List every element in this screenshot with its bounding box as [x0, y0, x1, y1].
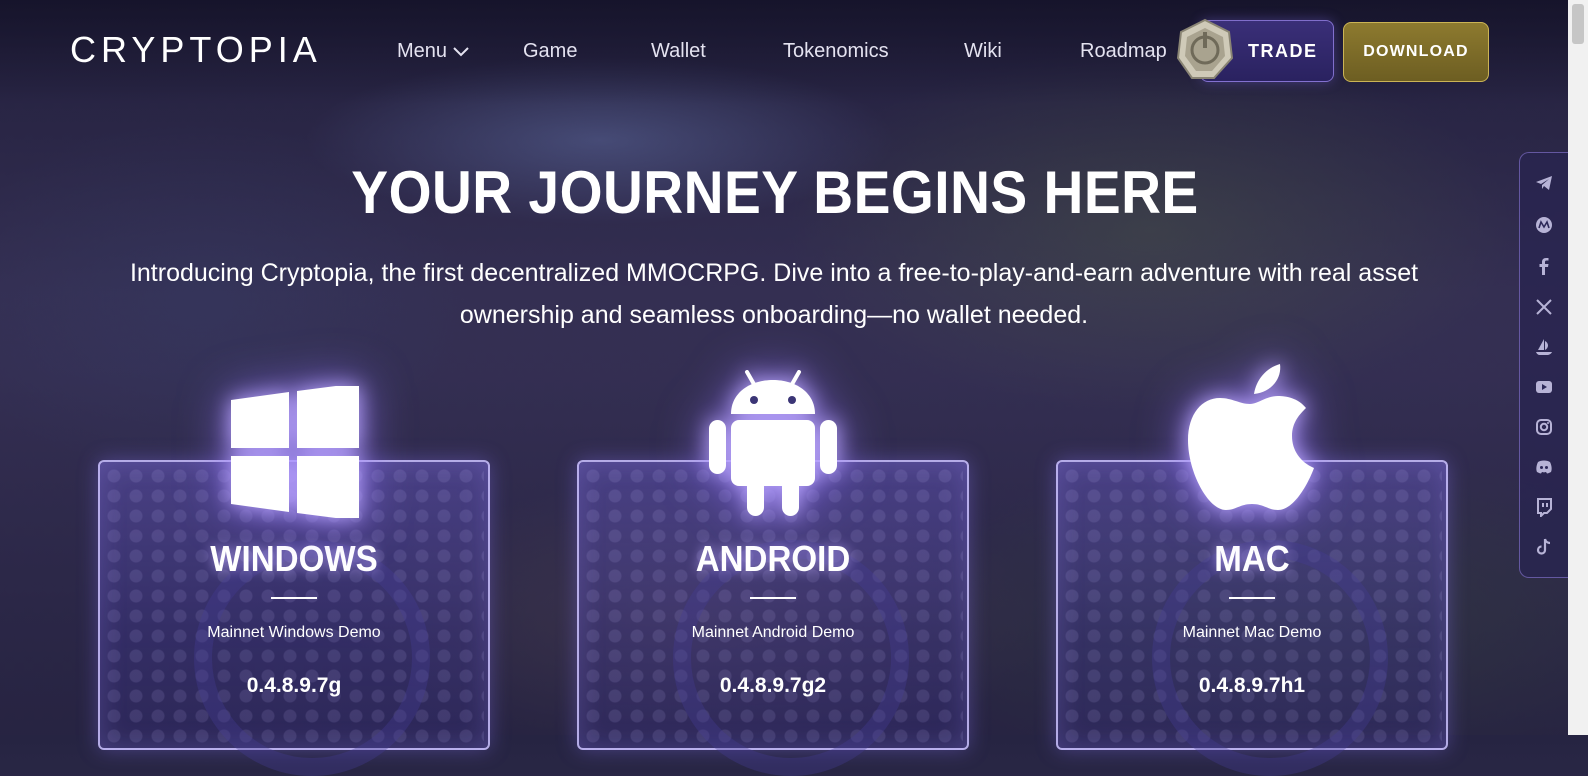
logo-wordmark: CRYPTOPIA	[70, 30, 322, 70]
medium-icon[interactable]	[1534, 215, 1554, 235]
apple-icon	[1186, 360, 1316, 519]
trade-label: TRADE	[1248, 41, 1318, 61]
nav-game[interactable]: Game	[523, 40, 577, 63]
nav-wiki[interactable]: Wiki	[964, 40, 1002, 63]
card-version: 0.4.8.9.7h1	[1198, 674, 1306, 697]
discord-icon[interactable]	[1534, 457, 1554, 477]
card-demo-label: Mainnet Windows Demo	[207, 624, 381, 641]
twitch-icon[interactable]	[1534, 497, 1554, 517]
hero-title: YOUR JOURNEY BEGINS HERE	[351, 159, 1199, 226]
card-demo-label: Mainnet Mac Demo	[1182, 624, 1322, 641]
card-title: ANDROID	[695, 538, 851, 579]
card-title: MAC	[1214, 538, 1290, 579]
facebook-icon[interactable]	[1534, 256, 1554, 276]
download-button[interactable]: DOWNLOAD	[1343, 22, 1489, 82]
nav-wallet[interactable]: Wallet	[651, 40, 706, 63]
chevron-down-icon	[453, 40, 469, 63]
card-divider	[271, 597, 317, 599]
hero-subtitle: Introducing Cryptopia, the first decentr…	[80, 252, 1468, 336]
site-header: CRYPTOPIA Menu Game Wallet Tokenomics Wi…	[0, 0, 1568, 104]
youtube-icon[interactable]	[1534, 377, 1554, 397]
x-icon[interactable]	[1534, 297, 1554, 317]
windows-icon	[229, 383, 361, 523]
card-version: 0.4.8.9.7g2	[719, 674, 827, 697]
hero-subtitle-line1: Introducing Cryptopia, the first decentr…	[129, 259, 1419, 287]
nav-menu-label: Menu	[397, 40, 448, 62]
browser-scrollbar[interactable]	[1568, 0, 1588, 735]
hero-subtitle-line2: ownership and seamless onboarding—no wal…	[459, 301, 1089, 329]
coin-icon	[1174, 18, 1236, 87]
tiktok-icon[interactable]	[1534, 537, 1554, 557]
card-title: WINDOWS	[210, 538, 378, 579]
telegram-icon[interactable]	[1534, 173, 1554, 193]
nav-roadmap[interactable]: Roadmap	[1080, 40, 1167, 63]
nav-menu[interactable]: Menu	[397, 40, 469, 63]
android-icon	[707, 366, 839, 523]
opensea-icon[interactable]	[1534, 337, 1554, 357]
card-demo-label: Mainnet Android Demo	[691, 624, 855, 641]
instagram-icon[interactable]	[1534, 417, 1554, 437]
logo-text: CRYPTOPIA	[70, 30, 322, 70]
card-divider	[750, 597, 796, 599]
nav-tokenomics[interactable]: Tokenomics	[783, 40, 889, 63]
card-version: 0.4.8.9.7g	[246, 674, 342, 697]
social-sidebar	[1519, 152, 1569, 578]
card-divider	[1229, 597, 1275, 599]
cryptopia-logo[interactable]: CRYPTOPIA	[70, 30, 370, 70]
